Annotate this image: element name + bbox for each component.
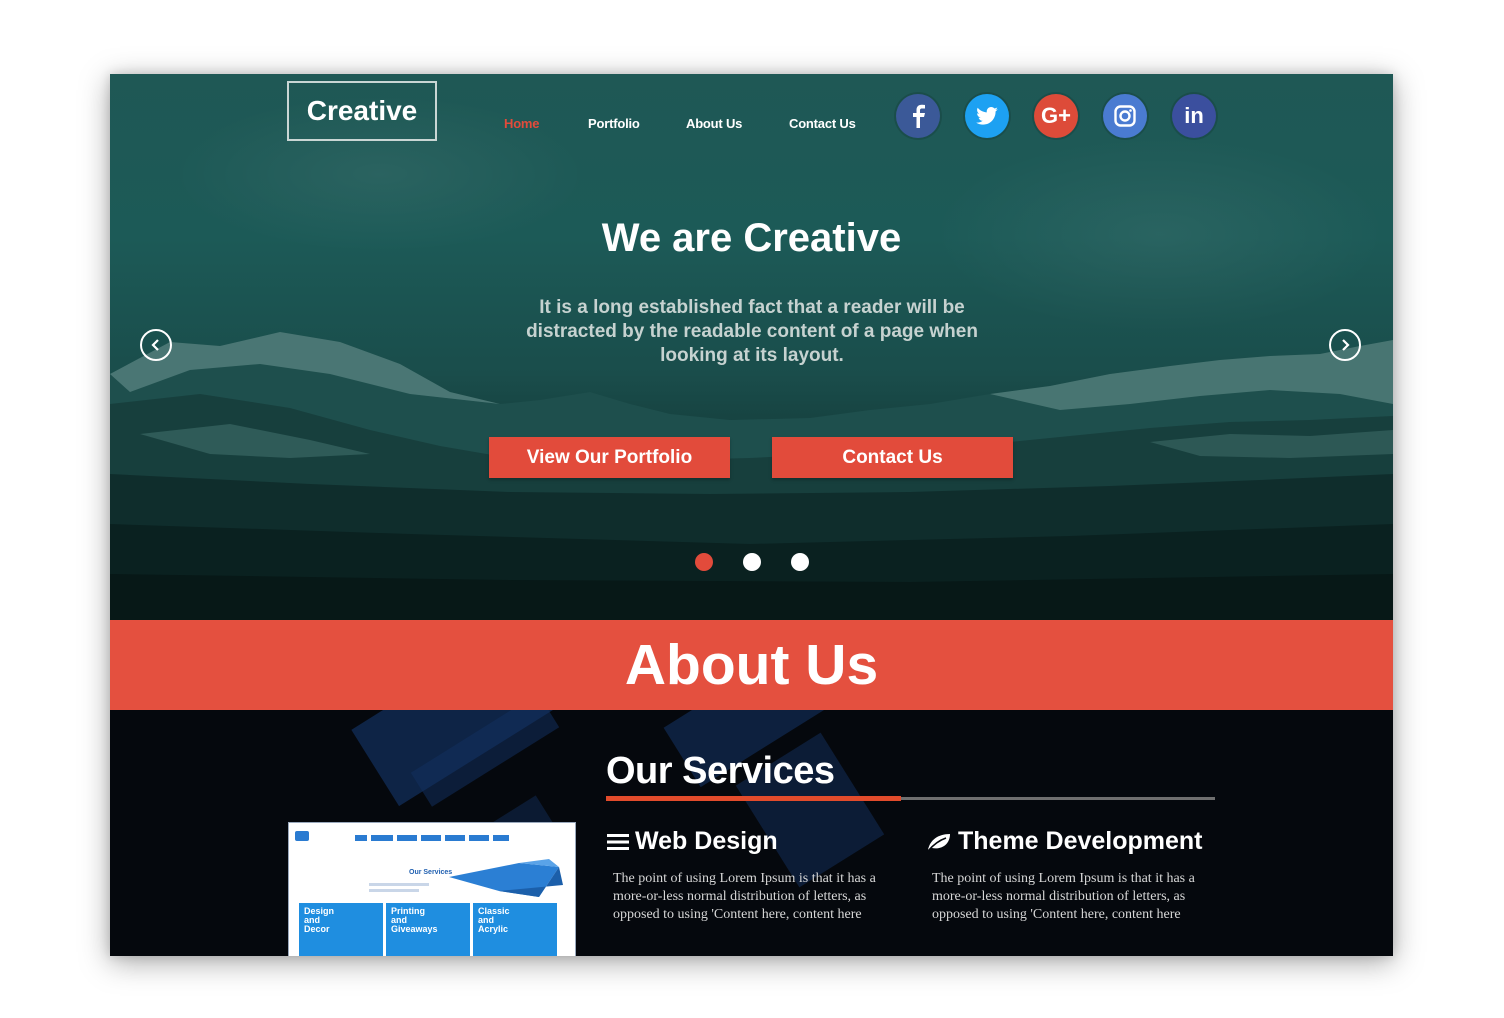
hero-slider: Creative Home Portfolio About Us Contact… [110,74,1393,620]
thumbnail-graphic [449,859,563,897]
service-description: The point of using Lorem Ipsum is that i… [613,871,876,922]
hero-description: It is a long established fact that a rea… [526,297,978,366]
title-underline-accent [606,796,901,801]
tile-line: Giveaways [391,924,438,934]
google-plus-icon[interactable]: G+ [1034,94,1078,138]
thumbnail-nav-item [469,835,489,841]
nav-link-portfolio[interactable]: Portfolio [588,116,640,131]
thumbnail-tile: Classic and Acrylic [473,903,557,956]
view-portfolio-button[interactable]: View Our Portfolio [489,437,730,478]
leaf-icon [927,833,950,852]
thumbnail-nav-item [445,835,465,841]
service-theme-development-heading: Theme Development [926,827,1203,856]
tile-line: Decor [304,924,330,934]
linkedin-glyph: in [1184,103,1204,128]
thumbnail-tile: Design and Decor [299,903,383,956]
thumbnail-text-line [369,883,429,886]
portfolio-thumbnail[interactable]: Our Services Design and Decor Printing a… [288,822,576,956]
thumbnail-nav-item [421,835,441,841]
slider-dot-3[interactable] [791,553,809,571]
nav-link-home[interactable]: Home [504,116,540,131]
thumbnail-tile: Printing and Giveaways [386,903,470,956]
contact-us-button[interactable]: Contact Us [772,437,1013,478]
service-title: Theme Development [958,827,1203,855]
linkedin-icon[interactable]: in [1172,94,1216,138]
instagram-icon[interactable] [1103,94,1147,138]
services-section: Our Services Our Services Design and Dec… [110,710,1393,956]
thumbnail-nav-item [355,835,367,841]
service-description: The point of using Lorem Ipsum is that i… [932,871,1195,922]
hero-title: We are Creative [601,216,902,260]
about-us-banner: About Us [110,620,1393,710]
thumbnail-nav-item [397,835,417,841]
nav-link-about-us[interactable]: About Us [686,116,742,131]
thumbnail-nav-item [371,835,393,841]
twitter-icon[interactable] [965,94,1009,138]
thumbnail-nav-item [493,835,509,841]
bars-icon [607,833,629,850]
chevron-left-icon [151,339,159,351]
services-title: Our Services [606,750,835,792]
about-us-title: About Us [624,633,879,697]
nav-link-contact-us[interactable]: Contact Us [789,116,856,131]
slider-next-button[interactable] [1329,329,1361,361]
google-plus-glyph: G+ [1041,103,1071,128]
slider-dot-1[interactable] [695,553,713,571]
tile-line: Acrylic [478,924,509,934]
slider-prev-button[interactable] [140,329,172,361]
website-preview: Creative Home Portfolio About Us Contact… [110,74,1393,956]
service-title: Web Design [635,827,778,855]
thumbnail-logo [295,831,309,841]
chevron-right-icon [1342,339,1350,351]
brand-logo[interactable]: Creative [287,81,437,141]
service-web-design-heading: Web Design [607,827,778,856]
thumbnail-text-line [369,889,419,892]
facebook-icon[interactable] [896,94,940,138]
brand-name: Creative [306,95,418,126]
slider-dot-2[interactable] [743,553,761,571]
